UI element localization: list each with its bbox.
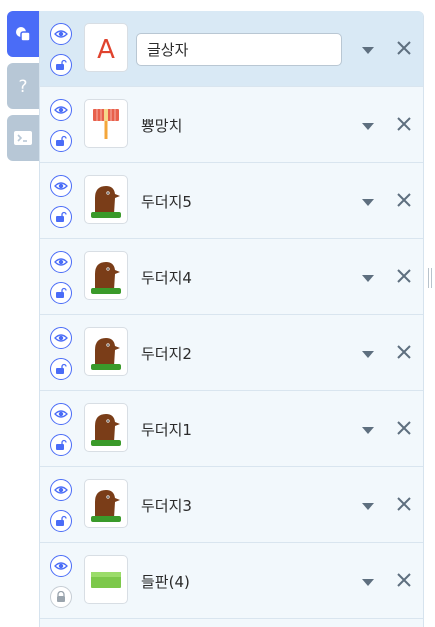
- svg-text:?: ?: [18, 77, 27, 96]
- lock-toggle[interactable]: [50, 510, 72, 532]
- object-row[interactable]: 두더지4: [40, 239, 423, 315]
- object-row[interactable]: 뿅망치: [40, 87, 423, 163]
- object-row[interactable]: 두더지1: [40, 391, 423, 467]
- lock-toggle[interactable]: [50, 434, 72, 456]
- lock-toggle[interactable]: [50, 358, 72, 380]
- lock-toggle[interactable]: [50, 130, 72, 152]
- field-icon: [91, 571, 121, 588]
- object-row[interactable]: A: [40, 11, 423, 87]
- close-icon[interactable]: [395, 419, 413, 437]
- eye-icon: [54, 410, 68, 418]
- visibility-toggle[interactable]: [50, 251, 72, 273]
- close-icon[interactable]: [395, 39, 413, 57]
- visibility-toggle[interactable]: [50, 99, 72, 121]
- object-name: 두더지5: [141, 193, 192, 211]
- object-row[interactable]: 두더지5: [40, 163, 423, 239]
- chevron-down-icon[interactable]: [360, 348, 376, 360]
- object-thumbnail: [84, 327, 128, 376]
- objects-icon: [16, 27, 31, 42]
- unlock-icon: [56, 439, 67, 450]
- object-thumbnail: A: [84, 23, 128, 72]
- visibility-toggle[interactable]: [50, 327, 72, 349]
- close-icon[interactable]: [395, 115, 413, 133]
- chevron-down-icon[interactable]: [360, 196, 376, 208]
- visibility-toggle[interactable]: [50, 175, 72, 197]
- close-icon[interactable]: [395, 495, 413, 513]
- object-thumbnail: [84, 251, 128, 300]
- object-row[interactable]: 들판(4): [40, 543, 423, 619]
- unlock-icon: [56, 59, 67, 70]
- unlock-icon: [56, 211, 67, 222]
- visibility-toggle[interactable]: [50, 555, 72, 577]
- object-name: 두더지3: [141, 497, 192, 515]
- object-thumbnail: [84, 479, 128, 528]
- lock-toggle[interactable]: [50, 586, 72, 608]
- eye-icon: [54, 334, 68, 342]
- toy-hammer-icon: [93, 108, 119, 139]
- object-list-panel: A 글상자 뿅망치 두더지5 두더지4 두더지2 두더지1 두더지3 들판(4): [39, 11, 424, 627]
- lock-toggle[interactable]: [50, 282, 72, 304]
- mole-icon: [91, 489, 121, 522]
- visibility-toggle[interactable]: [50, 479, 72, 501]
- panel-resize-handle[interactable]: [428, 268, 432, 288]
- tab-objects[interactable]: [7, 11, 39, 57]
- console-icon: [14, 131, 32, 145]
- object-thumbnail: [84, 555, 128, 604]
- mole-icon: [91, 261, 121, 294]
- eye-icon: [54, 106, 68, 114]
- chevron-down-icon[interactable]: [360, 120, 376, 132]
- object-thumbnail: [84, 99, 128, 148]
- object-name: 들판(4): [141, 573, 190, 591]
- object-name: 뿅망치: [141, 117, 183, 135]
- close-icon[interactable]: [395, 571, 413, 589]
- object-thumbnail: [84, 175, 128, 224]
- object-thumbnail: [84, 403, 128, 452]
- side-tab-bar: ?: [7, 11, 39, 167]
- object-row[interactable]: 두더지2: [40, 315, 423, 391]
- mole-icon: [91, 185, 121, 218]
- eye-icon: [54, 562, 68, 570]
- close-icon[interactable]: [395, 191, 413, 209]
- chevron-down-icon[interactable]: [360, 44, 376, 56]
- lock-toggle[interactable]: [50, 206, 72, 228]
- chevron-down-icon[interactable]: [360, 272, 376, 284]
- unlock-icon: [56, 135, 67, 146]
- object-name-field[interactable]: [136, 33, 342, 66]
- object-name: 두더지2: [141, 345, 192, 363]
- close-icon[interactable]: [395, 343, 413, 361]
- eye-icon: [54, 486, 68, 494]
- tab-help[interactable]: ?: [7, 63, 39, 109]
- unlock-icon: [56, 287, 67, 298]
- chevron-down-icon[interactable]: [360, 576, 376, 588]
- eye-icon: [54, 258, 68, 266]
- eye-icon: [54, 30, 68, 38]
- unlock-icon: [56, 363, 67, 374]
- mole-icon: [91, 413, 121, 446]
- lock-toggle[interactable]: [50, 54, 72, 76]
- object-row[interactable]: 두더지3: [40, 467, 423, 543]
- svg-text:A: A: [97, 35, 115, 63]
- tab-console[interactable]: [7, 115, 39, 161]
- close-icon[interactable]: [395, 267, 413, 285]
- object-name: 두더지1: [141, 421, 192, 439]
- visibility-toggle[interactable]: [50, 403, 72, 425]
- eye-icon: [54, 182, 68, 190]
- text-box-icon: A: [97, 35, 115, 63]
- object-name: 두더지4: [141, 269, 192, 287]
- help-icon: ?: [18, 77, 27, 96]
- lock-icon: [57, 591, 65, 602]
- unlock-icon: [56, 515, 67, 526]
- chevron-down-icon[interactable]: [360, 424, 376, 436]
- visibility-toggle[interactable]: [50, 23, 72, 45]
- chevron-down-icon[interactable]: [360, 500, 376, 512]
- mole-icon: [91, 337, 121, 370]
